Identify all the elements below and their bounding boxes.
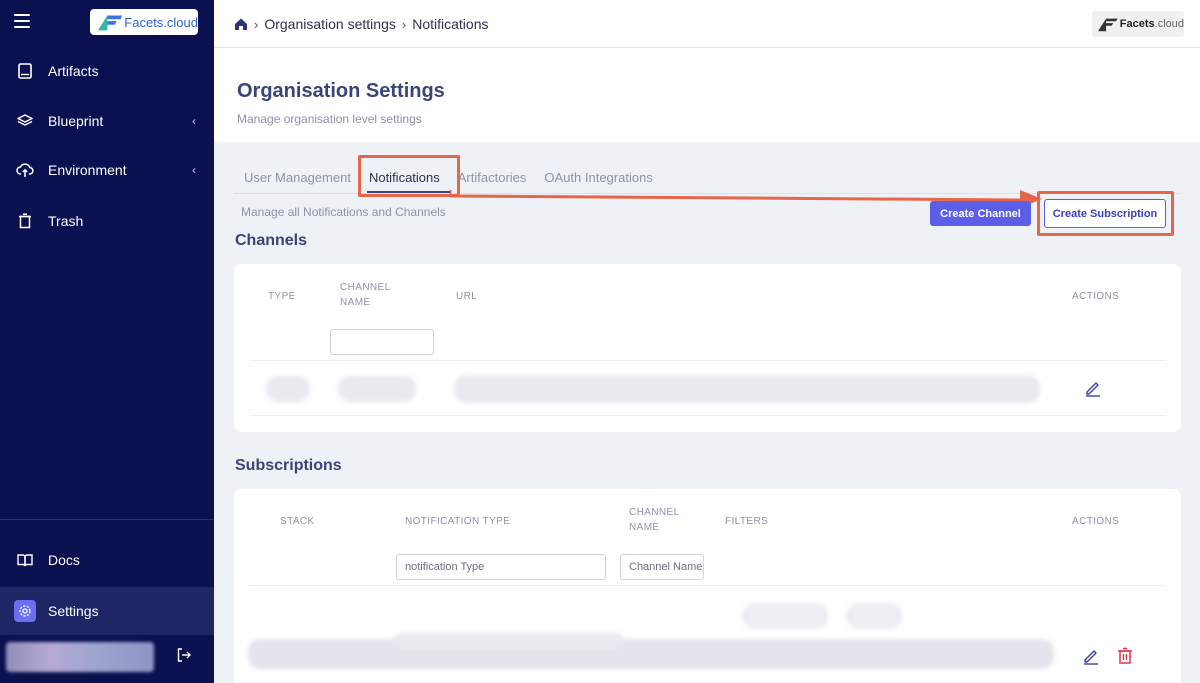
notifications-description: Manage all Notifications and Channels — [241, 205, 446, 219]
trash-icon — [16, 212, 34, 230]
channel-name-filter-input[interactable] — [330, 329, 434, 355]
sidebar-item-trash[interactable]: Trash — [0, 199, 214, 243]
channel-name-filter-input[interactable]: Channel Name — [620, 554, 704, 580]
breadcrumb-separator: › — [254, 16, 259, 32]
channels-title: Channels — [235, 232, 308, 249]
column-header-filters: FILTERS — [725, 516, 769, 527]
header-logo-text: Facets — [1119, 18, 1155, 30]
hamburger-menu-icon[interactable] — [14, 14, 30, 28]
chevron-left-icon: ‹ — [192, 163, 196, 177]
sidebar-item-label: Docs — [48, 552, 80, 568]
sidebar-logo-text: Facets.cloud — [124, 14, 198, 30]
gear-icon — [14, 600, 36, 622]
sidebar-top: Facets.cloud — [0, 0, 214, 46]
row-divider — [250, 415, 1165, 416]
sidebar-item-label: Trash — [48, 213, 84, 229]
sidebar-item-blueprint[interactable]: Blueprint ‹ — [0, 99, 214, 143]
layers-icon — [16, 112, 34, 130]
facets-logo-icon — [1098, 18, 1118, 32]
column-header-channel-name: CHANNEL NAME — [340, 282, 391, 308]
page-title: Organisation Settings — [237, 80, 445, 102]
sidebar-item-settings[interactable]: Settings — [0, 587, 214, 635]
channels-card: TYPE CHANNEL NAME URL ACTIONS — [234, 264, 1181, 432]
facets-logo-icon — [98, 15, 123, 31]
row-divider — [250, 585, 1165, 586]
sidebar-divider — [0, 519, 214, 520]
sidebar-item-label: Environment — [48, 162, 127, 178]
row-divider — [250, 360, 1165, 361]
column-header-actions: ACTIONS — [1072, 291, 1120, 302]
notification-type-filter-input[interactable]: notification Type — [396, 554, 606, 580]
breadcrumb-separator: › — [401, 16, 407, 32]
breadcrumb: › Organisation settings › Notifications — [234, 16, 488, 32]
column-header-channel-name: CHANNEL NAME — [629, 507, 680, 533]
column-header-url: URL — [456, 291, 478, 302]
sidebar-item-label: Settings — [48, 603, 99, 619]
edit-icon[interactable] — [1084, 379, 1102, 397]
create-subscription-highlight — [1037, 191, 1174, 236]
logout-icon[interactable] — [176, 647, 192, 663]
cloud-upload-icon — [16, 161, 34, 179]
breadcrumb-organisation-settings[interactable]: Organisation settings — [264, 16, 396, 32]
column-header-stack: STACK — [280, 516, 315, 527]
page-subtitle: Manage organisation level settings — [237, 112, 422, 126]
sidebar-item-docs[interactable]: Docs — [0, 538, 214, 582]
column-header-notification-type: NOTIFICATION TYPE — [405, 516, 511, 527]
tab-user-management[interactable]: User Management — [244, 170, 351, 185]
chevron-left-icon: ‹ — [192, 114, 196, 128]
column-header-type: TYPE — [268, 291, 296, 302]
book-icon — [16, 551, 34, 569]
create-channel-button[interactable]: Create Channel — [930, 201, 1031, 226]
column-header-actions: ACTIONS — [1072, 516, 1120, 527]
top-header: › Organisation settings › Notifications … — [214, 0, 1200, 48]
tab-notifications-highlight — [358, 155, 460, 197]
header-logo: Facets.cloud — [1092, 11, 1184, 37]
subscriptions-card: STACK NOTIFICATION TYPE CHANNEL NAME FIL… — [234, 489, 1181, 683]
sidebar-item-environment[interactable]: Environment ‹ — [0, 148, 214, 192]
sidebar-item-label: Artifacts — [48, 63, 99, 79]
edit-icon[interactable] — [1082, 647, 1100, 665]
breadcrumb-notifications: Notifications — [412, 16, 489, 32]
user-profile[interactable] — [6, 642, 154, 672]
sidebar-item-label: Blueprint — [48, 113, 104, 129]
sidebar-logo[interactable]: Facets.cloud — [90, 9, 198, 35]
tablet-icon — [16, 62, 34, 80]
sidebar: Facets.cloud Artifacts Blueprint ‹ Envir… — [0, 0, 214, 683]
sidebar-item-artifacts[interactable]: Artifacts — [0, 49, 214, 93]
header-logo-suffix: .cloud — [1154, 18, 1184, 30]
subscriptions-title: Subscriptions — [235, 457, 342, 474]
home-icon[interactable] — [234, 17, 248, 31]
delete-icon[interactable] — [1116, 647, 1134, 665]
